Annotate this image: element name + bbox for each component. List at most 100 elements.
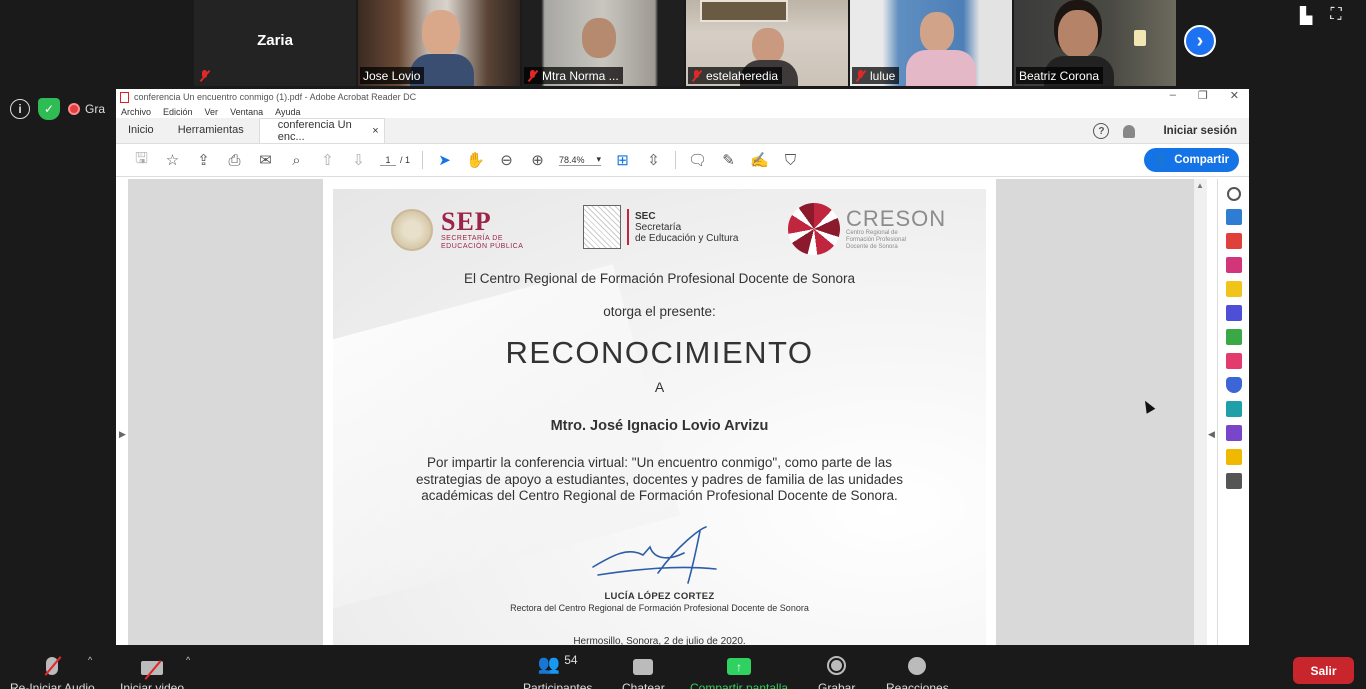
minimize-icon[interactable]: –: [1170, 89, 1176, 102]
share-button-label: Compartir: [1174, 154, 1230, 166]
menu-ver[interactable]: Ver: [205, 107, 219, 117]
reactions-button[interactable]: Reacciones: [886, 651, 949, 689]
organize-pages-icon[interactable]: [1225, 257, 1242, 273]
video-options-caret-icon[interactable]: ^: [186, 655, 190, 665]
right-panel-toggle[interactable]: ◀: [1207, 179, 1217, 645]
participant-tile-mtra-norma[interactable]: Mtra Norma ...: [522, 0, 684, 86]
comment-icon[interactable]: 🗨: [682, 146, 713, 174]
chevron-right-icon: ›: [1196, 29, 1204, 52]
menu-edicion[interactable]: Edición: [163, 107, 193, 117]
video-label: Iniciar video: [120, 681, 185, 689]
menu-archivo[interactable]: Archivo: [121, 107, 151, 117]
menu-ventana[interactable]: Ventana: [230, 107, 263, 117]
print-icon[interactable]: ⎙: [219, 146, 250, 174]
highlight-pen-icon[interactable]: ✎: [713, 146, 744, 174]
tab-inicio[interactable]: Inicio: [116, 124, 166, 143]
certificate-logos: SEP SECRETARÍA DE EDUCACIÓN PÚBLICA SEC …: [333, 203, 986, 263]
participant-tile-estelaheredia[interactable]: estelaheredia: [686, 0, 848, 86]
record-dot-icon: [68, 103, 80, 115]
participant-tile-jose-lovio[interactable]: Jose Lovio: [358, 0, 520, 86]
view-controls: ▙ ⛶: [1300, 6, 1342, 26]
participant-tile-lulue[interactable]: lulue: [850, 0, 1012, 86]
meeting-info-icon[interactable]: i: [10, 99, 30, 119]
tab-document-label: conferencia Un enc...: [277, 119, 352, 143]
fit-page-icon[interactable]: ⊞: [607, 146, 638, 174]
acrobat-toolbar: 🖫 ☆ ⇪ ⎙ ✉ ⌕ ⇧ ⇩ 1 / 1 ➤ ✋ ⊖ ⊕ 78.4% ▾ ⊞ …: [116, 144, 1249, 177]
send-for-review-icon[interactable]: [1225, 401, 1242, 417]
zoom-out-icon[interactable]: ⊖: [491, 146, 522, 174]
chat-button[interactable]: Chatear: [622, 651, 665, 689]
next-page-icon[interactable]: ⇩: [343, 146, 374, 174]
hand-tool-icon[interactable]: ✋: [460, 146, 491, 174]
tab-bar: Inicio Herramientas conferencia Un enc..…: [116, 118, 1249, 144]
save-icon[interactable]: 🖫: [126, 146, 157, 174]
participants-count: 54: [564, 653, 578, 667]
participant-tile-zaria[interactable]: Zaria: [194, 0, 356, 86]
help-icon[interactable]: ?: [1093, 123, 1110, 139]
security-shield-icon[interactable]: ✓: [38, 98, 60, 120]
recording-indicator[interactable]: Gra: [68, 102, 105, 116]
export-pdf-icon[interactable]: [1225, 233, 1242, 249]
tab-close-icon[interactable]: ×: [372, 125, 378, 137]
request-signature-icon[interactable]: [1225, 425, 1242, 441]
bell-icon[interactable]: [1123, 124, 1136, 138]
email-icon[interactable]: ✉: [250, 146, 281, 174]
scroll-up-icon[interactable]: ▲: [1196, 181, 1204, 190]
page-navigator: 1 / 1: [380, 155, 410, 166]
find-icon[interactable]: ⌕: [281, 146, 312, 174]
upload-icon[interactable]: ⇪: [188, 146, 219, 174]
close-icon[interactable]: ✕: [1230, 89, 1239, 102]
chat-label: Chatear: [622, 681, 665, 689]
next-participants-button[interactable]: ›: [1184, 25, 1216, 57]
comment-tool-icon[interactable]: [1225, 281, 1242, 297]
share-button[interactable]: 👤 Compartir: [1144, 148, 1239, 172]
bookmark-star-icon[interactable]: ☆: [157, 146, 188, 174]
participant-face: [422, 10, 460, 56]
zoom-select[interactable]: 78.4% ▾: [559, 154, 602, 166]
recording-label: Gra: [85, 102, 106, 116]
acrobat-reader-window: conferencia Un encuentro conmigo (1).pdf…: [116, 89, 1249, 645]
zoom-in-icon[interactable]: ⊕: [522, 146, 553, 174]
window-title: conferencia Un encuentro conmigo (1).pdf…: [134, 92, 417, 102]
leave-meeting-button[interactable]: Salir: [1293, 657, 1354, 684]
compress-pdf-icon[interactable]: [1225, 329, 1242, 345]
participant-tile-beatriz-corona[interactable]: Beatriz Corona: [1014, 0, 1176, 86]
muted-mic-icon: [691, 69, 702, 82]
participant-nameplate: estelaheredia: [688, 67, 783, 84]
sign-icon[interactable]: ✍: [744, 146, 775, 174]
prev-page-icon[interactable]: ⇧: [312, 146, 343, 174]
protect-icon[interactable]: [1225, 377, 1242, 393]
certificate-issuer: El Centro Regional de Formación Profesio…: [464, 271, 855, 286]
audio-button[interactable]: Re-Iniciar Audio: [10, 651, 95, 689]
participants-button[interactable]: 👥 54 Participantes: [523, 651, 592, 689]
combine-files-icon[interactable]: [1225, 305, 1242, 321]
participants-label: Participantes: [523, 681, 593, 689]
more-tools-icon[interactable]: [1225, 473, 1242, 489]
tab-document[interactable]: conferencia Un enc... ×: [258, 118, 385, 143]
menu-ayuda[interactable]: Ayuda: [275, 107, 300, 117]
layout-icon[interactable]: ▙: [1300, 6, 1312, 26]
vertical-scrollbar[interactable]: ▲: [1194, 179, 1207, 645]
certificate-body: Por impartir la conferencia virtual: "Un…: [415, 455, 904, 503]
video-button[interactable]: Iniciar video: [120, 651, 184, 689]
sec-wordmark: SEC Secretaría de Educación y Cultura: [635, 211, 738, 244]
restore-icon[interactable]: ❐: [1198, 89, 1208, 102]
scroll-mode-icon[interactable]: ⇳: [638, 146, 669, 174]
share-screen-button[interactable]: ↑ Compartir pantalla: [690, 651, 788, 689]
audio-options-caret-icon[interactable]: ^: [88, 655, 92, 665]
zoom-search-icon[interactable]: [1226, 187, 1241, 201]
fill-sign-icon[interactable]: [1225, 353, 1242, 369]
create-pdf-icon[interactable]: [1225, 209, 1242, 225]
signin-link[interactable]: Iniciar sesión: [1163, 125, 1237, 137]
participants-icon: 👥: [537, 654, 561, 674]
expand-left-icon: ▶: [119, 429, 126, 439]
tab-herramientas[interactable]: Herramientas: [166, 124, 256, 143]
fullscreen-icon[interactable]: ⛶: [1330, 6, 1341, 26]
audio-icon-wrap: [12, 651, 92, 675]
page-number-input[interactable]: 1: [380, 155, 396, 166]
select-cursor-icon[interactable]: ➤: [429, 146, 460, 174]
scan-ocr-icon[interactable]: [1225, 449, 1242, 465]
stamp-icon[interactable]: ⛉: [775, 146, 806, 174]
left-panel-toggle[interactable]: ▶: [116, 179, 128, 645]
record-button[interactable]: Grabar: [818, 651, 855, 689]
